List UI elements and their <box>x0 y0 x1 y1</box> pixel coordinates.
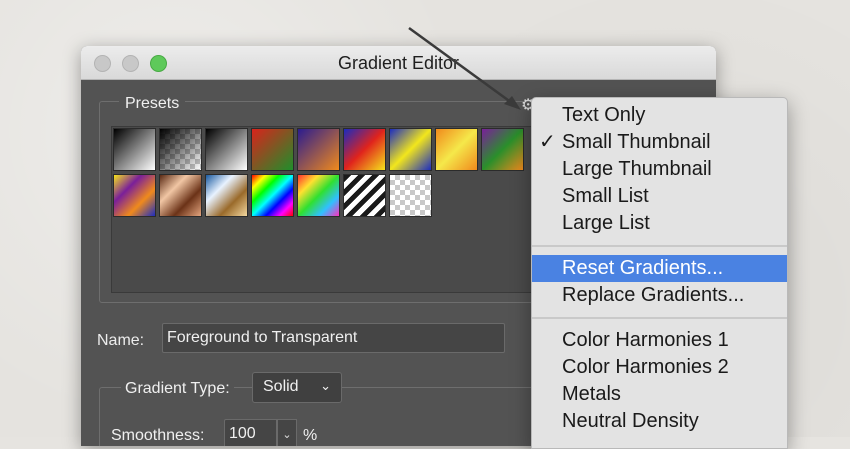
preset-swatch[interactable] <box>205 128 248 171</box>
preset-swatch[interactable] <box>389 174 432 217</box>
preset-swatch[interactable] <box>297 128 340 171</box>
preset-swatch[interactable] <box>297 174 340 217</box>
menu-item[interactable]: Neutral Density <box>532 408 787 435</box>
menu-item-label: Text Only <box>562 104 646 126</box>
presets-menu: Text Only ✓ Small Thumbnail Large Thumbnail… <box>531 97 788 449</box>
menu-separator <box>532 245 787 247</box>
preset-swatch[interactable] <box>113 128 156 171</box>
preset-swatch[interactable] <box>435 128 478 171</box>
menu-item-label: Replace Gradients... <box>562 284 745 306</box>
presets-label: Presets <box>119 95 186 113</box>
menu-item-label: Large Thumbnail <box>562 158 712 180</box>
name-field[interactable]: Foreground to Transparent <box>162 323 505 353</box>
smoothness-field[interactable]: 100 <box>224 419 277 446</box>
preset-swatch[interactable] <box>205 174 248 217</box>
chevron-down-icon[interactable]: ⌄ <box>277 419 297 446</box>
menu-item[interactable]: Color Harmonies 1 <box>532 327 787 354</box>
preset-swatch[interactable] <box>159 174 202 217</box>
window-title: Gradient Editor <box>337 53 460 73</box>
preset-swatch[interactable] <box>159 128 202 171</box>
preset-swatch[interactable] <box>343 128 386 171</box>
smoothness-label: Smoothness: <box>111 427 205 444</box>
menu-item[interactable]: Metals <box>532 381 787 408</box>
menu-item[interactable]: Large Thumbnail <box>532 156 787 183</box>
menu-item-label: Neutral Density <box>562 410 699 432</box>
menu-item[interactable]: Large List <box>532 210 787 237</box>
preset-swatch[interactable] <box>251 174 294 217</box>
menu-item-label: Color Harmonies 1 <box>562 329 729 351</box>
title-bar: Gradient Editor <box>81 46 716 80</box>
gradient-type-select[interactable]: Solid ⌄ <box>252 372 342 403</box>
name-label: Name: <box>97 332 145 349</box>
preset-swatch[interactable] <box>251 128 294 171</box>
smoothness-unit: % <box>303 427 318 444</box>
menu-item-label: Metals <box>562 383 621 405</box>
menu-separator <box>532 317 787 319</box>
menu-item[interactable]: Text Only <box>532 102 787 129</box>
menu-item[interactable]: Reset Gradients... <box>532 255 787 282</box>
gradient-type-value: Solid <box>263 378 299 395</box>
gradient-type-label: Gradient Type: <box>121 380 234 398</box>
menu-item[interactable]: ✓ Small Thumbnail <box>532 129 787 156</box>
preset-swatch[interactable] <box>113 174 156 217</box>
menu-item-label: Reset Gradients... <box>562 257 724 279</box>
menu-item[interactable]: Small List <box>532 183 787 210</box>
preset-swatch[interactable] <box>343 174 386 217</box>
preset-swatch[interactable] <box>389 128 432 171</box>
chevron-down-icon: ⌄ <box>320 378 331 393</box>
menu-item-label: Small List <box>562 185 649 207</box>
menu-item-label: Large List <box>562 212 650 234</box>
menu-item-label: Color Harmonies 2 <box>562 356 729 378</box>
menu-item[interactable]: Color Harmonies 2 <box>532 354 787 381</box>
checkmark-icon: ✓ <box>539 131 556 153</box>
menu-item-label: Small Thumbnail <box>562 131 711 153</box>
preset-swatch[interactable] <box>481 128 524 171</box>
menu-item[interactable]: Replace Gradients... <box>532 282 787 309</box>
